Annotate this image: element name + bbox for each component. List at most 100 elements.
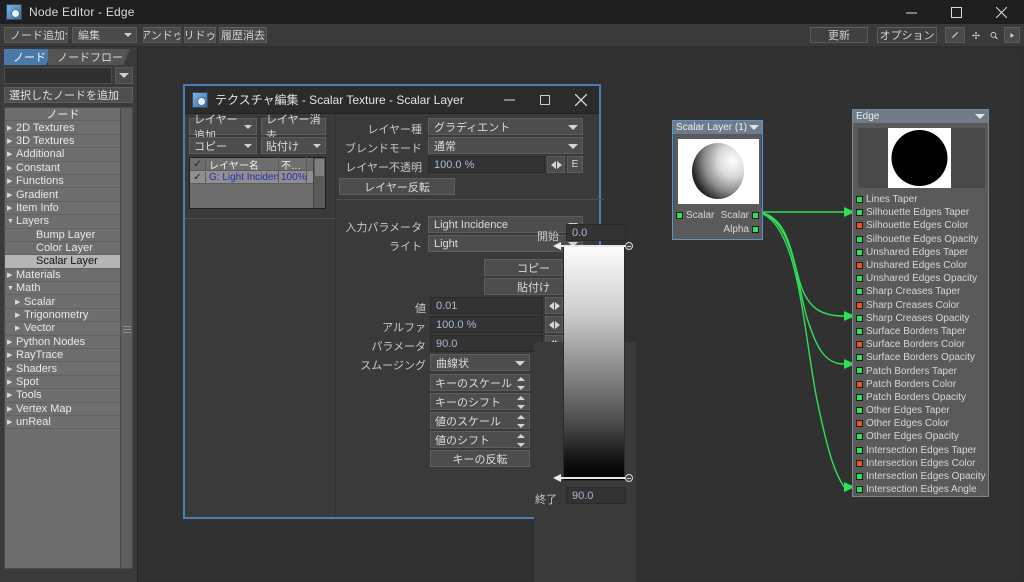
port-in-silhouette-edges-opacity[interactable]: [856, 235, 863, 243]
tab-nodeflow[interactable]: ノードフロー: [48, 49, 130, 65]
port-in-other-edges-opacity[interactable]: [856, 433, 863, 441]
node-port-row[interactable]: Silhouette Edges Opacity: [853, 233, 988, 246]
node-port-row[interactable]: Silhouette Edges Taper: [853, 206, 988, 219]
chevron-down-icon[interactable]: [975, 114, 985, 119]
sidebar-item-scalar[interactable]: ▶ Scalar: [5, 295, 121, 309]
port-in-patch-borders-color[interactable]: [856, 380, 863, 388]
sidebar-item-3d-textures[interactable]: ▶ 3D Textures: [5, 134, 121, 149]
layer-copy-button[interactable]: コピー: [189, 137, 257, 154]
chevron-right-icon[interactable]: ▶: [7, 150, 16, 158]
layer-invert-button[interactable]: レイヤー反転: [339, 178, 455, 195]
sidebar-item-additional[interactable]: ▶ Additional: [5, 148, 121, 162]
sidebar-item-trigonometry[interactable]: ▶ Trigonometry: [5, 308, 121, 323]
node-port-row[interactable]: Other Edges Color: [853, 417, 988, 430]
sidebar-item-math[interactable]: ▼ Math: [5, 282, 121, 296]
layer-table-scrollbar[interactable]: [313, 158, 325, 208]
chevron-right-icon[interactable]: ▶: [7, 191, 16, 199]
key-right-handle-icon[interactable]: [625, 474, 633, 482]
node-port-row[interactable]: Unshared Edges Color: [853, 259, 988, 272]
undo-button[interactable]: アンドゥ: [143, 27, 181, 43]
dialog-close-icon[interactable]: [563, 86, 599, 114]
value-shift-button[interactable]: 値のシフト: [430, 431, 530, 448]
port-in-sharp-creases-taper[interactable]: [856, 288, 863, 296]
port-out-scalar[interactable]: [752, 212, 759, 219]
update-button[interactable]: 更新: [810, 27, 868, 43]
key-left-handle-icon[interactable]: [553, 474, 561, 482]
layer-paste-button[interactable]: 貼付け: [261, 137, 326, 154]
alpha-input[interactable]: 100.0 %: [430, 316, 543, 333]
minimize-icon[interactable]: [889, 0, 934, 24]
gradient-start-input[interactable]: 0.0: [566, 224, 626, 241]
node-port-row[interactable]: Patch Borders Taper: [853, 364, 988, 377]
port-out-alpha[interactable]: [752, 226, 759, 233]
chevron-right-icon[interactable]: ▶: [7, 351, 16, 359]
node-port-row[interactable]: Intersection Edges Angle: [853, 483, 988, 496]
sidebar-item-gradient[interactable]: ▶ Gradient: [5, 188, 121, 202]
node-port-row[interactable]: Silhouette Edges Color: [853, 219, 988, 232]
chevron-right-icon[interactable]: ▶: [15, 298, 24, 306]
key-scale-button[interactable]: キーのスケール: [430, 374, 530, 391]
dialog-minimize-icon[interactable]: [491, 86, 527, 114]
close-icon[interactable]: [979, 0, 1024, 24]
value-nudge[interactable]: [545, 297, 563, 314]
row-check[interactable]: ✓: [190, 171, 206, 183]
chevron-right-icon[interactable]: ▶: [15, 324, 24, 332]
sidebar-item-layers[interactable]: ▼ Layers: [5, 215, 121, 229]
port-in-other-edges-color[interactable]: [856, 420, 863, 428]
dialog-maximize-icon[interactable]: [527, 86, 563, 114]
sidebar-item-vector[interactable]: ▶ Vector: [5, 322, 121, 336]
search-input[interactable]: [4, 67, 112, 84]
chevron-right-icon[interactable]: ▶: [7, 378, 16, 386]
chevron-right-icon[interactable]: ▶: [15, 311, 24, 319]
node-port-row[interactable]: Intersection Edges Opacity: [853, 470, 988, 483]
node-port-row[interactable]: Surface Borders Color: [853, 338, 988, 351]
node-scalar-layer[interactable]: Scalar Layer (1) Scalar Scalar Alpha: [672, 120, 763, 240]
chevron-right-icon[interactable]: ▶: [7, 405, 16, 413]
port-in-unshared-edges-color[interactable]: [856, 261, 863, 269]
sidebar-item-item-info[interactable]: ▶ Item Info: [5, 201, 121, 216]
node-port-row[interactable]: Unshared Edges Opacity: [853, 272, 988, 285]
sidebar-item-vertex-map[interactable]: ▶ Vertex Map: [5, 402, 121, 416]
sidebar-item-bump-layer[interactable]: Bump Layer: [5, 228, 121, 242]
node-edge[interactable]: Edge Lines Taper Silhouette Edges Taper Si…: [852, 109, 989, 498]
smoothing-select[interactable]: 曲線状: [430, 354, 530, 371]
sidebar-item-constant[interactable]: ▶ Constant: [5, 161, 121, 175]
maximize-icon[interactable]: [934, 0, 979, 24]
chevron-down-icon[interactable]: [749, 125, 759, 130]
port-in-sharp-creases-opacity[interactable]: [856, 314, 863, 322]
port-in-surface-borders-taper[interactable]: [856, 327, 863, 335]
search-dropdown-icon[interactable]: [115, 67, 133, 84]
chevron-right-icon[interactable]: ▶: [7, 204, 16, 212]
layer-table[interactable]: ✓ レイヤー名 不… B ✓ G: Light Incidence 100% N: [189, 156, 326, 209]
add-node-menu[interactable]: ノード追加: [4, 27, 68, 43]
chevron-down-icon[interactable]: ▼: [7, 285, 16, 292]
node-port-row[interactable]: Scalar Scalar: [673, 209, 762, 223]
blend-mode-select[interactable]: 通常: [428, 137, 583, 154]
layer-table-empty-area[interactable]: [190, 184, 313, 208]
chevron-right-icon[interactable]: ▶: [7, 271, 16, 279]
port-in-intersection-edges-taper[interactable]: [856, 446, 863, 454]
spinner-icon[interactable]: [517, 415, 525, 428]
port-in-patch-borders-opacity[interactable]: [856, 393, 863, 401]
add-selected-node-button[interactable]: 選択したノードを追加: [4, 87, 133, 103]
port-in-unshared-edges-opacity[interactable]: [856, 275, 863, 283]
port-in-surface-borders-color[interactable]: [856, 341, 863, 349]
port-in-silhouette-edges-taper[interactable]: [856, 209, 863, 217]
sidebar-item-functions[interactable]: ▶ Functions: [5, 174, 121, 189]
clear-history-button[interactable]: 履歴消去: [219, 27, 267, 43]
move-icon[interactable]: [967, 27, 985, 43]
node-port-row[interactable]: Other Edges Taper: [853, 404, 988, 417]
port-in-other-edges-taper[interactable]: [856, 407, 863, 414]
sidebar-item-materials[interactable]: ▶ Materials: [5, 268, 121, 283]
node-port-row[interactable]: Surface Borders Taper: [853, 325, 988, 338]
edit-menu[interactable]: 編集: [72, 27, 137, 43]
port-in-silhouette-edges-color[interactable]: [856, 222, 863, 230]
gradient-end-input[interactable]: 90.0: [566, 487, 626, 504]
gradient-bar[interactable]: [563, 245, 625, 481]
sidebar-item-spot[interactable]: ▶ Spot: [5, 375, 121, 390]
sidebar-item-shaders[interactable]: ▶ Shaders: [5, 362, 121, 376]
node-port-row[interactable]: Intersection Edges Taper: [853, 444, 988, 457]
layer-opacity-nudge[interactable]: [547, 156, 565, 173]
options-button[interactable]: オプション: [877, 27, 937, 43]
layer-type-select[interactable]: グラディエント: [428, 118, 583, 135]
